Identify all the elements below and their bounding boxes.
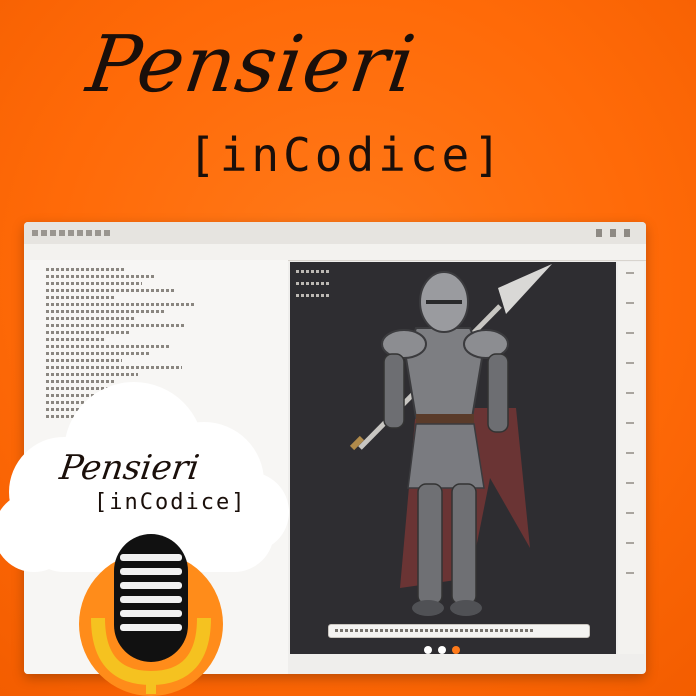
sidebar-mark [626, 362, 634, 364]
code-line [46, 268, 126, 271]
sidebar-mark [626, 332, 634, 334]
logo-title: Pensieri [81, 20, 422, 110]
right-leg [451, 483, 477, 605]
left-pauldron [381, 329, 427, 359]
sidebar-mark [626, 392, 634, 394]
pager-dot-1[interactable] [424, 646, 432, 654]
sidebar-mark [626, 512, 634, 514]
left-leg [417, 483, 443, 605]
sidebar-mark [626, 482, 634, 484]
microphone-icon [79, 534, 223, 696]
code-line [46, 352, 150, 355]
code-line [46, 289, 176, 292]
right-sidebar [618, 262, 644, 654]
code-line [46, 345, 170, 348]
mic-stand [146, 674, 156, 694]
code-line [46, 331, 130, 334]
left-boot [412, 600, 444, 616]
sidebar-mark [626, 302, 634, 304]
helmet-visor [426, 300, 462, 304]
sidebar-mark [626, 542, 634, 544]
window-tabs [32, 230, 112, 236]
sidebar-mark [626, 452, 634, 454]
code-line [46, 296, 116, 299]
code-line [46, 366, 182, 369]
pager-dot-2[interactable] [438, 646, 446, 654]
window-titlebar [24, 222, 646, 245]
left-arm [383, 353, 405, 429]
sword-blade [498, 264, 552, 314]
pager-dot-3[interactable] [452, 646, 460, 654]
armored-knight-image [349, 264, 552, 616]
tasset [407, 423, 485, 489]
badge-subtitle: [inCodice] [94, 490, 247, 515]
code-line [46, 310, 164, 313]
right-arm [487, 353, 509, 433]
sidebar-mark [626, 422, 634, 424]
code-line [46, 275, 156, 278]
code-line [46, 359, 122, 362]
window-controls [596, 229, 636, 237]
sidebar-mark [626, 272, 634, 274]
logo-subtitle: [inCodice] [188, 128, 505, 182]
belt [416, 414, 474, 424]
code-line [46, 303, 196, 306]
code-line [46, 282, 142, 285]
code-line [46, 338, 106, 341]
image-pager [424, 646, 504, 656]
code-line [46, 317, 136, 320]
code-line [46, 324, 186, 327]
sidebar-mark [626, 572, 634, 574]
badge-title: Pensieri [57, 448, 202, 488]
right-boot [450, 600, 482, 616]
